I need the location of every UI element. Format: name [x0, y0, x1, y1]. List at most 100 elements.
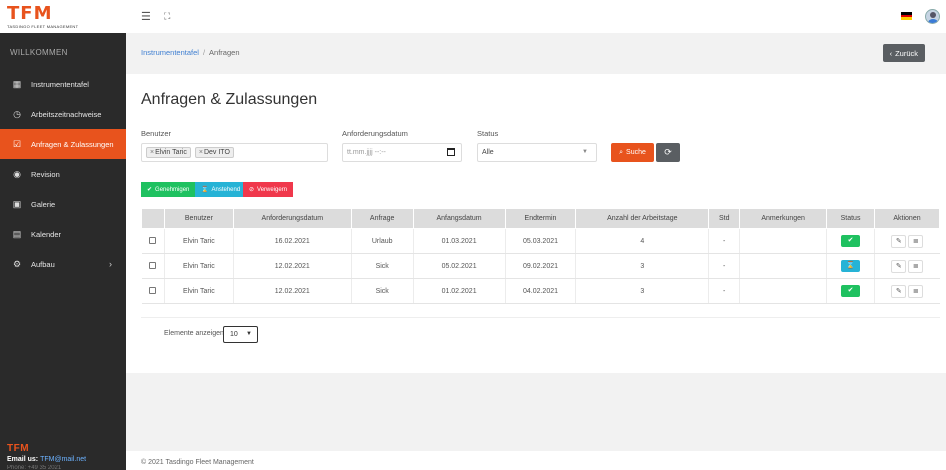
cell-request-date: 12.02.2021: [232, 278, 352, 304]
user-tag-label: Dev ITO: [203, 149, 230, 156]
list-icon[interactable]: ≣: [908, 234, 924, 248]
page-footer: © 2021 Tasdingo Fleet Management: [126, 451, 946, 470]
cell-start: 01.03.2021: [412, 228, 506, 254]
back-button-label: Zurück: [895, 48, 918, 58]
breadcrumb-current: Anfragen: [209, 48, 240, 57]
wrench-icon[interactable]: ✎: [891, 259, 907, 273]
user-filter-input[interactable]: ×Elvin Taric ×Dev ITO: [141, 143, 328, 162]
remove-tag-icon[interactable]: ×: [199, 149, 203, 156]
image-icon: ▣: [12, 198, 22, 209]
reject-button[interactable]: ⊘ Verweigern: [243, 182, 294, 197]
table-header[interactable]: Anfangsdatum: [412, 208, 506, 229]
cell-end: 05.03.2021: [504, 228, 576, 254]
avatar[interactable]: [925, 9, 940, 24]
sidebar-item-requests[interactable]: ☑ Anfragen & Zulassungen: [0, 129, 126, 159]
wrench-icon[interactable]: ✎: [891, 284, 907, 298]
status-select-value: Alle: [482, 149, 494, 156]
date-placeholder: tt.mm.jjjj --:--: [347, 149, 386, 156]
chevron-down-icon: ▼: [246, 331, 252, 337]
table-header[interactable]: Endtermin: [504, 208, 577, 229]
calendar-picker-icon[interactable]: [447, 148, 455, 156]
back-button[interactable]: ‹ Zurück: [882, 44, 925, 62]
requests-table: Benutzer Anforderungsdatum Anfrage Anfan…: [141, 208, 940, 304]
menu-icon[interactable]: ☰: [141, 10, 151, 23]
dashboard-icon: ▦: [12, 78, 22, 89]
page-size-select[interactable]: 10 ▼: [223, 326, 258, 343]
status-approved-icon: ✔: [841, 285, 861, 297]
wrench-icon[interactable]: ✎: [891, 234, 907, 248]
row-checkbox[interactable]: [149, 261, 157, 269]
user-tag[interactable]: ×Elvin Taric: [146, 147, 191, 158]
sidebar-footer: TFM Email us: TFM@mail.net Phone: +49 35…: [0, 444, 126, 470]
cell-user: Elvin Taric: [163, 253, 234, 279]
sidebar-item-timesheets[interactable]: ◷ Arbeitszeitnachweise: [0, 99, 126, 129]
row-checkbox[interactable]: [149, 286, 157, 294]
sidebar: TFM TASDINGO FLEET MANAGEMENT WILLKOMMEN…: [0, 0, 126, 470]
sidebar-item-calendar[interactable]: ▤ Kalender: [0, 219, 126, 249]
cell-request-date: 16.02.2021: [232, 228, 352, 254]
approve-label: Genehmigen: [155, 186, 190, 193]
breadcrumb-home[interactable]: Instrumententafel: [141, 48, 199, 57]
german-flag-icon[interactable]: [901, 12, 912, 20]
ban-icon: ⊘: [249, 187, 255, 193]
table-header[interactable]: Anmerkungen: [739, 208, 828, 229]
email-link[interactable]: TFM@mail.net: [40, 456, 86, 463]
cell-hours: -: [708, 228, 740, 254]
page-title: Anfragen & Zulassungen: [141, 91, 318, 108]
approve-button[interactable]: ✔ Genehmigen: [141, 182, 196, 197]
cell-type: Sick: [350, 278, 414, 304]
calendar-icon: ▤: [12, 228, 22, 239]
user-tag[interactable]: ×Dev ITO: [194, 147, 234, 158]
logo-area[interactable]: TFM TASDINGO FLEET MANAGEMENT: [0, 0, 126, 33]
chevron-down-icon: ▼: [582, 149, 588, 155]
date-filter-input[interactable]: tt.mm.jjjj --:--: [342, 143, 462, 162]
sidebar-item-revision[interactable]: ◉ Revision: [0, 159, 126, 189]
table-header[interactable]: Std: [708, 208, 741, 229]
sidebar-item-setup[interactable]: ⚙ Aufbau ›: [0, 249, 126, 279]
cell-user: Elvin Taric: [163, 228, 234, 254]
footer-logo: TFM: [7, 443, 30, 454]
gears-icon: ⚙: [12, 258, 22, 269]
search-button[interactable]: ⌕ Suche: [611, 143, 654, 162]
eye-icon: ◉: [13, 168, 21, 179]
hourglass-icon: ⌛: [201, 187, 209, 193]
topbar: ☰ ⛶: [126, 0, 946, 33]
search-icon: ⌕: [619, 148, 624, 156]
sidebar-item-label: Kalender: [31, 229, 62, 239]
cell-start: 01.02.2021: [412, 278, 506, 304]
cell-type: Sick: [350, 253, 414, 279]
sidebar-item-label: Anfragen & Zulassungen: [31, 139, 114, 149]
fullscreen-icon[interactable]: ⛶: [164, 11, 170, 22]
check-icon: ✔: [147, 187, 153, 193]
cell-request-date: 12.02.2021: [232, 253, 352, 279]
table-header[interactable]: Anfrage: [350, 208, 414, 229]
row-checkbox[interactable]: [149, 236, 157, 244]
status-select[interactable]: Alle ▼: [477, 143, 597, 162]
table-header[interactable]: Status: [826, 208, 876, 229]
user-tag-label: Elvin Taric: [155, 149, 187, 156]
pending-button[interactable]: ⌛ Anstehend: [195, 182, 247, 197]
sidebar-item-label: Galerie: [31, 199, 56, 209]
cell-days: 4: [575, 228, 709, 254]
breadcrumb-bar: Instrumententafel / Anfragen ‹ Zurück: [126, 33, 946, 74]
chevron-right-icon: ›: [109, 259, 112, 269]
table-header-row: Benutzer Anforderungsdatum Anfrage Anfan…: [141, 208, 940, 229]
cell-days: 3: [575, 253, 709, 279]
cell-notes: [739, 278, 827, 304]
sidebar-item-label: Arbeitszeitnachweise: [31, 109, 102, 119]
list-icon[interactable]: ≣: [908, 284, 924, 298]
table-header[interactable]: Anzahl der Arbeitstage: [575, 208, 710, 229]
sidebar-item-gallery[interactable]: ▣ Galerie: [0, 189, 126, 219]
sidebar-item-label: Aufbau: [31, 259, 55, 269]
list-icon[interactable]: ≣: [908, 259, 924, 273]
cell-hours: -: [708, 253, 740, 279]
cell-days: 3: [575, 278, 709, 304]
main-card: Anfragen & Zulassungen Benutzer ×Elvin T…: [126, 74, 946, 373]
table-header[interactable]: Benutzer: [163, 208, 234, 229]
cell-user: Elvin Taric: [163, 278, 234, 304]
table-header[interactable]: Anforderungsdatum: [232, 208, 352, 229]
divider: [141, 317, 940, 318]
remove-tag-icon[interactable]: ×: [150, 149, 154, 156]
sidebar-item-dashboard[interactable]: ▦ Instrumententafel: [0, 69, 126, 99]
refresh-button[interactable]: ⟳: [656, 143, 680, 162]
